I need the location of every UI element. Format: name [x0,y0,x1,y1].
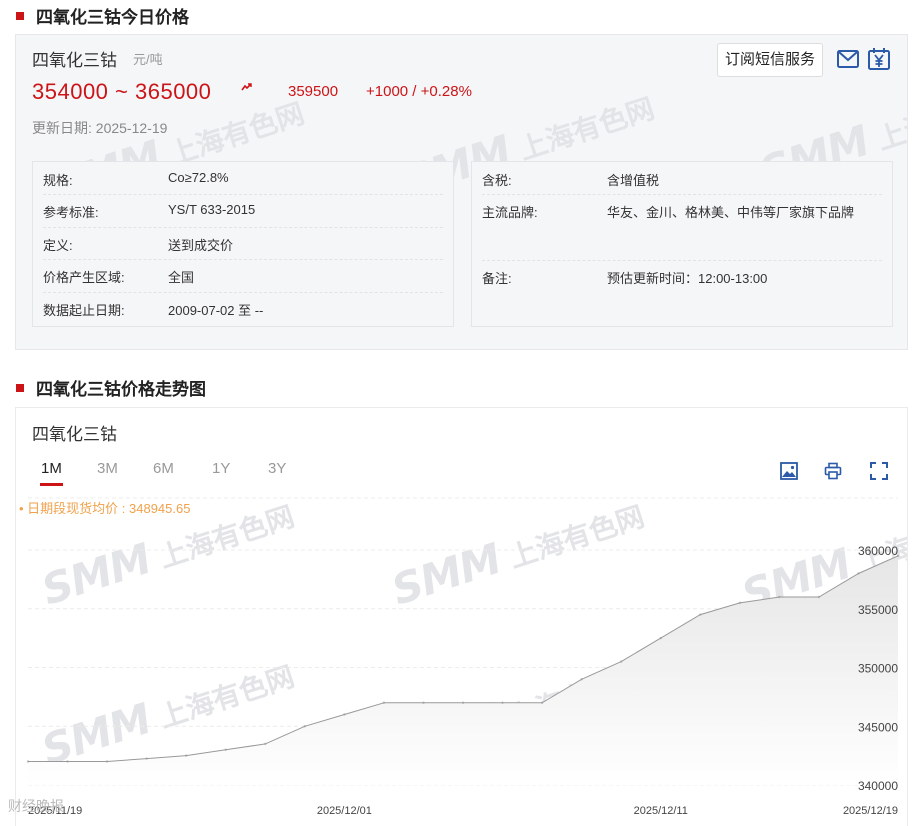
data-point [264,742,267,746]
data-point [580,678,583,681]
spec-table-left: 规格: Co≥72.8% 参考标准: YS/T 633-2015 定义: 送到成… [32,161,454,327]
data-point [66,760,69,763]
trend-up-icon [241,83,252,94]
spec-row: 价格产生区域: 全国 [43,259,443,293]
data-point [501,701,504,704]
spec-value: 华友、金川、格林美、中伟等厂家旗下品牌 [607,205,855,220]
spec-row: 参考标准: YS/T 633-2015 [43,194,443,228]
spec-table-right: 含税: 含增值税 主流品牌: 华友、金川、格林美、中伟等厂家旗下品牌 备注: 预… [471,161,893,327]
data-point [817,595,821,599]
spec-key: 定义: [43,238,73,253]
spec-key: 备注: [482,271,512,286]
footer-logo: 财经晚报 [8,796,64,816]
price-unit: 元/吨 [133,52,163,67]
average-price: 359500 [288,83,339,100]
spec-key: 含税: [482,173,512,188]
section-marker [16,383,24,392]
spec-row: 定义: 送到成交价 [43,227,443,260]
product-name: 四氧化三钴 [32,51,117,70]
data-point [422,701,425,704]
section-title-text: 四氧化三钴价格走势图 [36,380,206,399]
data-point [540,701,544,704]
x-tick-label: 2025/12/01 [317,805,372,817]
y-tick-label: 360000 [858,544,898,558]
spec-row: 含税: 含增值税 [482,162,882,195]
mail-icon[interactable] [836,47,860,71]
data-point [224,748,227,751]
spec-key: 数据起止日期: [43,303,125,318]
yen-icon[interactable] [867,47,891,71]
subscribe-sms-button[interactable]: 订阅短信服务 [717,43,824,77]
spec-row: 主流品牌: 华友、金川、格林美、中伟等厂家旗下品牌 [482,194,882,261]
spec-value: 全国 [168,270,195,285]
data-point [382,701,386,704]
spec-value: 预估更新时间：12:00-13:00 [607,271,768,286]
chart-area [28,555,898,785]
y-tick-label: 340000 [858,779,898,793]
data-point [619,660,623,663]
spec-key: 参考标准: [43,205,99,220]
spec-value: Co≥72.8% [168,170,229,185]
spec-value: 含增值税 [607,173,660,188]
y-tick-label: 355000 [858,603,898,617]
price-trend-chart: 3400003450003500003550003600002025/11/19… [26,497,900,817]
data-point [738,601,742,605]
data-point [184,754,188,757]
y-tick-label: 350000 [858,662,898,676]
data-point [778,595,781,599]
spec-row: 规格: Co≥72.8% [43,162,443,195]
spec-value: 送到成交价 [168,238,234,253]
data-point [659,636,662,640]
section-title-price-trend: 四氧化三钴价格走势图 [16,375,206,400]
data-point [105,760,109,763]
x-tick-label: 2025/12/19 [843,805,898,817]
data-point [461,701,465,704]
price-range: 354000 ~ 365000 [32,79,212,104]
chart-panel: 四氧化三钴 1M 3M 6M 1Y 3Y • 日期段现货均价 : 348945.… [15,407,908,826]
spec-row: 数据起止日期: 2009-07-02 至 -- [43,292,443,325]
y-tick-label: 345000 [858,720,898,734]
data-point [857,572,860,575]
spec-key: 规格: [43,173,73,188]
price-change: +1000 / +0.28% [366,83,472,100]
spec-value: YS/T 633-2015 [168,202,256,217]
data-point [343,713,346,716]
spec-key: 价格产生区域: [43,270,125,285]
section-title-text: 四氧化三钴今日价格 [36,8,189,27]
spec-key: 主流品牌: [482,205,538,220]
spec-row: 备注: 预估更新时间：12:00-13:00 [482,260,882,300]
footer-logo-text: 财经晚报 [8,798,64,814]
data-point [145,757,148,760]
section-title-today-price: 四氧化三钴今日价格 [16,3,189,28]
spec-value: 2009-07-02 至 -- [168,303,264,318]
x-tick-label: 2025/12/11 [634,805,688,817]
price-panel: SMM上海有色网 SMM上海有色网 SMM上海有色网 四氧化三钴 元/吨 354… [15,34,908,350]
section-marker [16,11,24,20]
data-point [699,613,702,616]
data-point [26,760,30,763]
update-date: 更新日期: 2025-12-19 [32,120,168,136]
data-point [303,725,307,728]
